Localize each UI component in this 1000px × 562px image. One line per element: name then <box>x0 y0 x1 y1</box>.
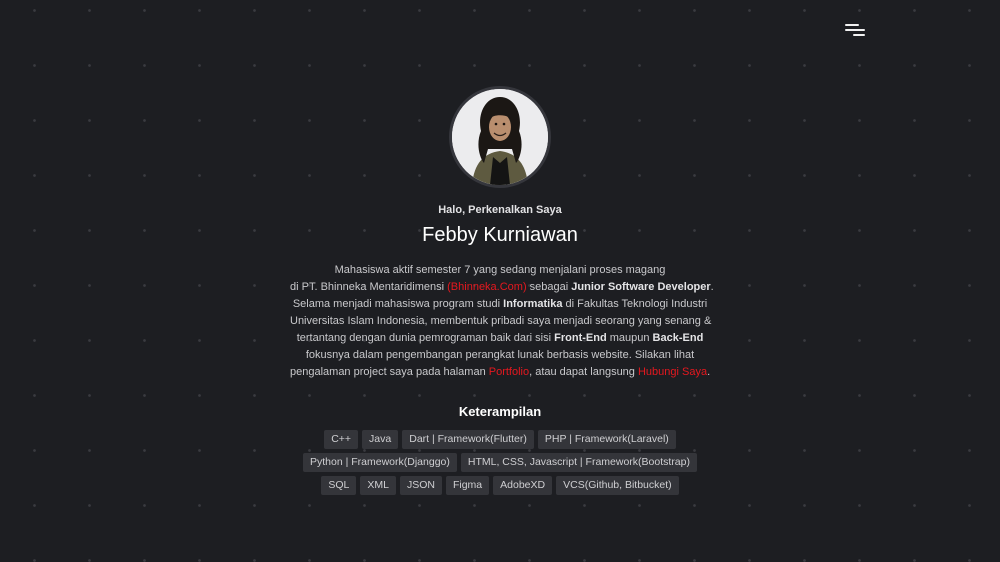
study-program: Informatika <box>503 298 563 310</box>
profile-name: Febby Kurniawan <box>422 224 578 246</box>
bio-line-5: tertantang dengan dunia pemrograman baik… <box>290 330 710 347</box>
profile-photo-icon <box>452 89 548 185</box>
greeting-text: Halo, Perkenalkan Saya <box>438 204 562 216</box>
skill-tag: Java <box>362 430 399 449</box>
profile-section: Halo, Perkenalkan Saya Febby Kurniawan M… <box>0 86 1000 499</box>
skill-tag: XML <box>360 476 396 495</box>
skill-tag: HTML, CSS, Javascript | Framework(Bootst… <box>460 453 697 472</box>
menu-bar-bottom <box>853 34 865 36</box>
skill-tag: PHP | Framework(Laravel) <box>537 430 676 449</box>
bio-text: , atau dapat langsung <box>529 366 638 378</box>
bio-text: . <box>710 281 714 293</box>
skill-tag: AdobeXD <box>493 476 553 495</box>
menu-bar-middle <box>845 29 865 31</box>
bio-text: sebagai <box>526 281 572 293</box>
contact-link[interactable]: Hubungi Saya <box>638 366 707 378</box>
skills-title: Keterampilan <box>458 404 542 419</box>
skill-tag: JSON <box>399 476 442 495</box>
skill-tag: Figma <box>445 476 490 495</box>
skill-tag: SQL <box>321 476 357 495</box>
bio-text: pengalaman project saya pada halaman <box>290 366 489 378</box>
job-title: Junior Software Developer <box>571 281 711 293</box>
bio-line-3: Selama menjadi mahasiswa program studi I… <box>290 296 710 313</box>
skill-row: Python | Framework(Djanggo) HTML, CSS, J… <box>290 453 710 472</box>
bhinneka-link[interactable]: (Bhinneka.Com) <box>447 281 526 293</box>
bio-text: Selama menjadi mahasiswa program studi <box>292 298 504 310</box>
front-end-label: Front-End <box>554 332 607 344</box>
menu-bar-top <box>845 24 859 26</box>
skill-tag: Python | Framework(Djanggo) <box>303 453 457 472</box>
hamburger-menu-icon[interactable] <box>843 22 867 38</box>
bio-line-6: fokusnya dalam pengembangan perangkat lu… <box>305 349 695 361</box>
bio-text: tertantang dengan dunia pemrograman baik… <box>296 332 555 344</box>
skill-tag: Dart | Framework(Flutter) <box>402 430 534 449</box>
bio-text: di Fakultas Teknologi Industri <box>562 298 708 310</box>
skills-list: C++ Java Dart | Framework(Flutter) PHP |… <box>290 430 710 495</box>
portfolio-link[interactable]: Portfolio <box>489 366 529 378</box>
skill-tag: VCS(Github, Bitbucket) <box>556 476 679 495</box>
back-end-label: Back-End <box>652 332 704 344</box>
bio-text: di PT. Bhinneka Mentaridimensi <box>290 281 448 293</box>
bio-text: maupun <box>606 332 653 344</box>
bio-line-1: Mahasiswa aktif semester 7 yang sedang m… <box>334 264 666 276</box>
bio-paragraph: Mahasiswa aktif semester 7 yang sedang m… <box>290 262 714 381</box>
bio-line-7: pengalaman project saya pada halaman Por… <box>290 364 710 381</box>
skill-row: C++ Java Dart | Framework(Flutter) PHP |… <box>290 430 710 449</box>
bio-text: . <box>707 366 711 378</box>
skill-tag: C++ <box>324 430 359 449</box>
bio-line-2: di PT. Bhinneka Mentaridimensi (Bhinneka… <box>290 279 714 296</box>
bio-line-4: Universitas Islam Indonesia, membentuk p… <box>290 315 712 327</box>
skill-row: SQL XML JSON Figma AdobeXD VCS(Github, B… <box>290 476 710 495</box>
avatar <box>449 86 551 188</box>
